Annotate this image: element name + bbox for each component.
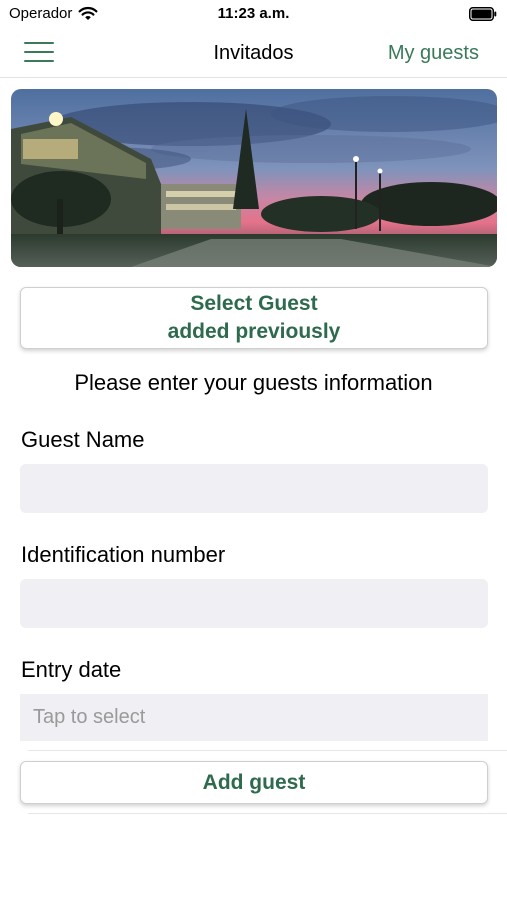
divider	[28, 750, 507, 751]
entry-date-label: Entry date	[21, 657, 122, 682]
status-bar: Operador 11:23 a.m.	[0, 0, 507, 28]
identification-label: Identification number	[21, 542, 226, 567]
my-guests-link[interactable]: My guests	[388, 42, 479, 65]
select-guest-label-line1: Select Guest	[190, 292, 318, 315]
add-guest-button[interactable]: Add guest	[20, 761, 488, 804]
campus-photo	[11, 89, 497, 267]
entry-date-picker[interactable]: Tap to select	[20, 694, 488, 741]
identification-input[interactable]	[20, 579, 488, 628]
navigation-bar: Invitados My guests	[0, 28, 507, 78]
battery-icon	[469, 7, 497, 21]
select-previous-guest-button[interactable]: Select Guest added previously	[20, 287, 488, 349]
form-instructions: Please enter your guests information	[74, 370, 433, 395]
guest-name-input[interactable]	[20, 464, 488, 513]
select-guest-label-line2: added previously	[167, 320, 341, 343]
status-time: 11:23 a.m.	[217, 5, 290, 22]
divider	[28, 813, 507, 814]
guest-name-label: Guest Name	[21, 427, 145, 452]
